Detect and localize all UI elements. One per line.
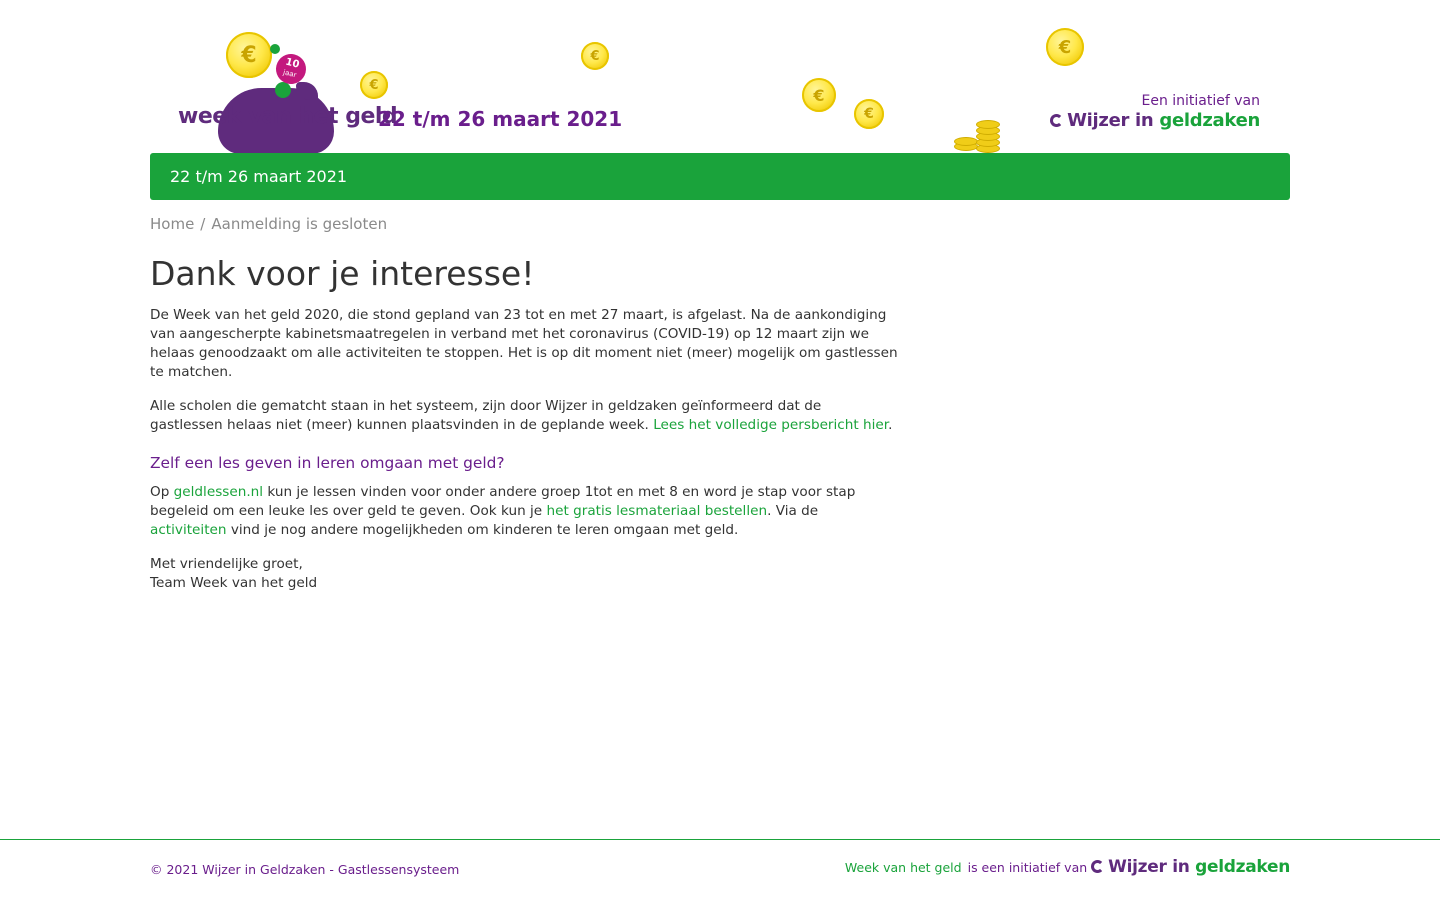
- closing: Met vriendelijke groet, Team Week van het…: [150, 555, 898, 593]
- footer-initiatief-text: is een initiatief van: [967, 860, 1088, 875]
- footer-week-van-het-geld-link[interactable]: Week van het geld: [845, 860, 962, 875]
- badge-word: jaar: [282, 68, 298, 80]
- euro-coin-icon: €: [802, 78, 836, 112]
- initiatief-label: Een initiatief van: [1141, 93, 1260, 109]
- closing-greeting: Met vriendelijke groet,: [150, 556, 303, 572]
- wijzer-logo-mark-icon: [1091, 860, 1105, 873]
- lessons-text-4: vind je nog andere mogelijkheden om kind…: [226, 522, 739, 538]
- site-header: € € € € € € 10 jaar week van het geld 22…: [0, 0, 1440, 154]
- main-content: Dank voor je interesse! De Week van het …: [150, 255, 898, 593]
- closing-signature: Team Week van het geld: [150, 575, 318, 591]
- logo-wordmark: week van het geld: [178, 104, 398, 129]
- activiteiten-link[interactable]: activiteiten: [150, 522, 227, 538]
- wijzer-logo-mark-icon: [1050, 114, 1064, 127]
- logo-part-2: geldzaken: [1159, 110, 1260, 131]
- logo-part-1: Wijzer in: [1067, 110, 1154, 131]
- week-van-het-geld-logo[interactable]: 10 jaar week van het geld: [178, 32, 398, 154]
- footer-initiatief: Week van het geld is een initiatief van Wi…: [845, 857, 1290, 877]
- intro-paragraph: De Week van het geld 2020, die stond gep…: [150, 307, 898, 380]
- lessons-text-1: Op: [150, 484, 174, 500]
- euro-coin-icon: €: [854, 99, 884, 129]
- breadcrumb-home-link[interactable]: Home: [150, 215, 194, 233]
- footer-divider: [0, 839, 1440, 840]
- coin-stack-icon: [954, 120, 1000, 153]
- page-title: Dank voor je interesse!: [150, 254, 535, 293]
- footer-logo-part-2: geldzaken: [1195, 857, 1290, 877]
- lessons-text-3: . Via de: [767, 503, 819, 519]
- period: .: [888, 417, 893, 433]
- geldlessen-link[interactable]: geldlessen.nl: [174, 484, 263, 500]
- euro-coin-icon: €: [1046, 28, 1084, 66]
- breadcrumb-separator: /: [200, 215, 206, 233]
- breadcrumb: Home / Aanmelding is gesloten: [150, 215, 387, 233]
- euro-coin-icon: €: [581, 42, 609, 70]
- lessons-paragraph: Op geldlessen.nl kun je lessen vinden vo…: [150, 483, 898, 540]
- date-banner: 22 t/m 26 maart 2021: [150, 153, 1290, 200]
- order-material-link[interactable]: het gratis lesmateriaal bestellen: [546, 503, 767, 519]
- wijzer-in-geldzaken-logo[interactable]: Wijzer in geldzaken: [1050, 110, 1260, 131]
- footer-logo-part-1: Wijzer in: [1108, 857, 1190, 877]
- green-dot-shape: [270, 44, 280, 54]
- schools-paragraph: Alle scholen die gematcht staan in het s…: [150, 397, 898, 435]
- header-date: 22 t/m 26 maart 2021: [378, 107, 623, 131]
- press-release-link[interactable]: Lees het volledige persbericht hier: [653, 417, 888, 433]
- footer-copyright: © 2021 Wijzer in Geldzaken - Gastlessens…: [150, 862, 460, 877]
- footer-wijzer-logo[interactable]: Wijzer in geldzaken: [1091, 857, 1290, 877]
- green-dot-shape: [275, 82, 291, 98]
- breadcrumb-current: Aanmelding is gesloten: [211, 215, 388, 233]
- subheading: Zelf een les geven in leren omgaan met g…: [150, 454, 505, 472]
